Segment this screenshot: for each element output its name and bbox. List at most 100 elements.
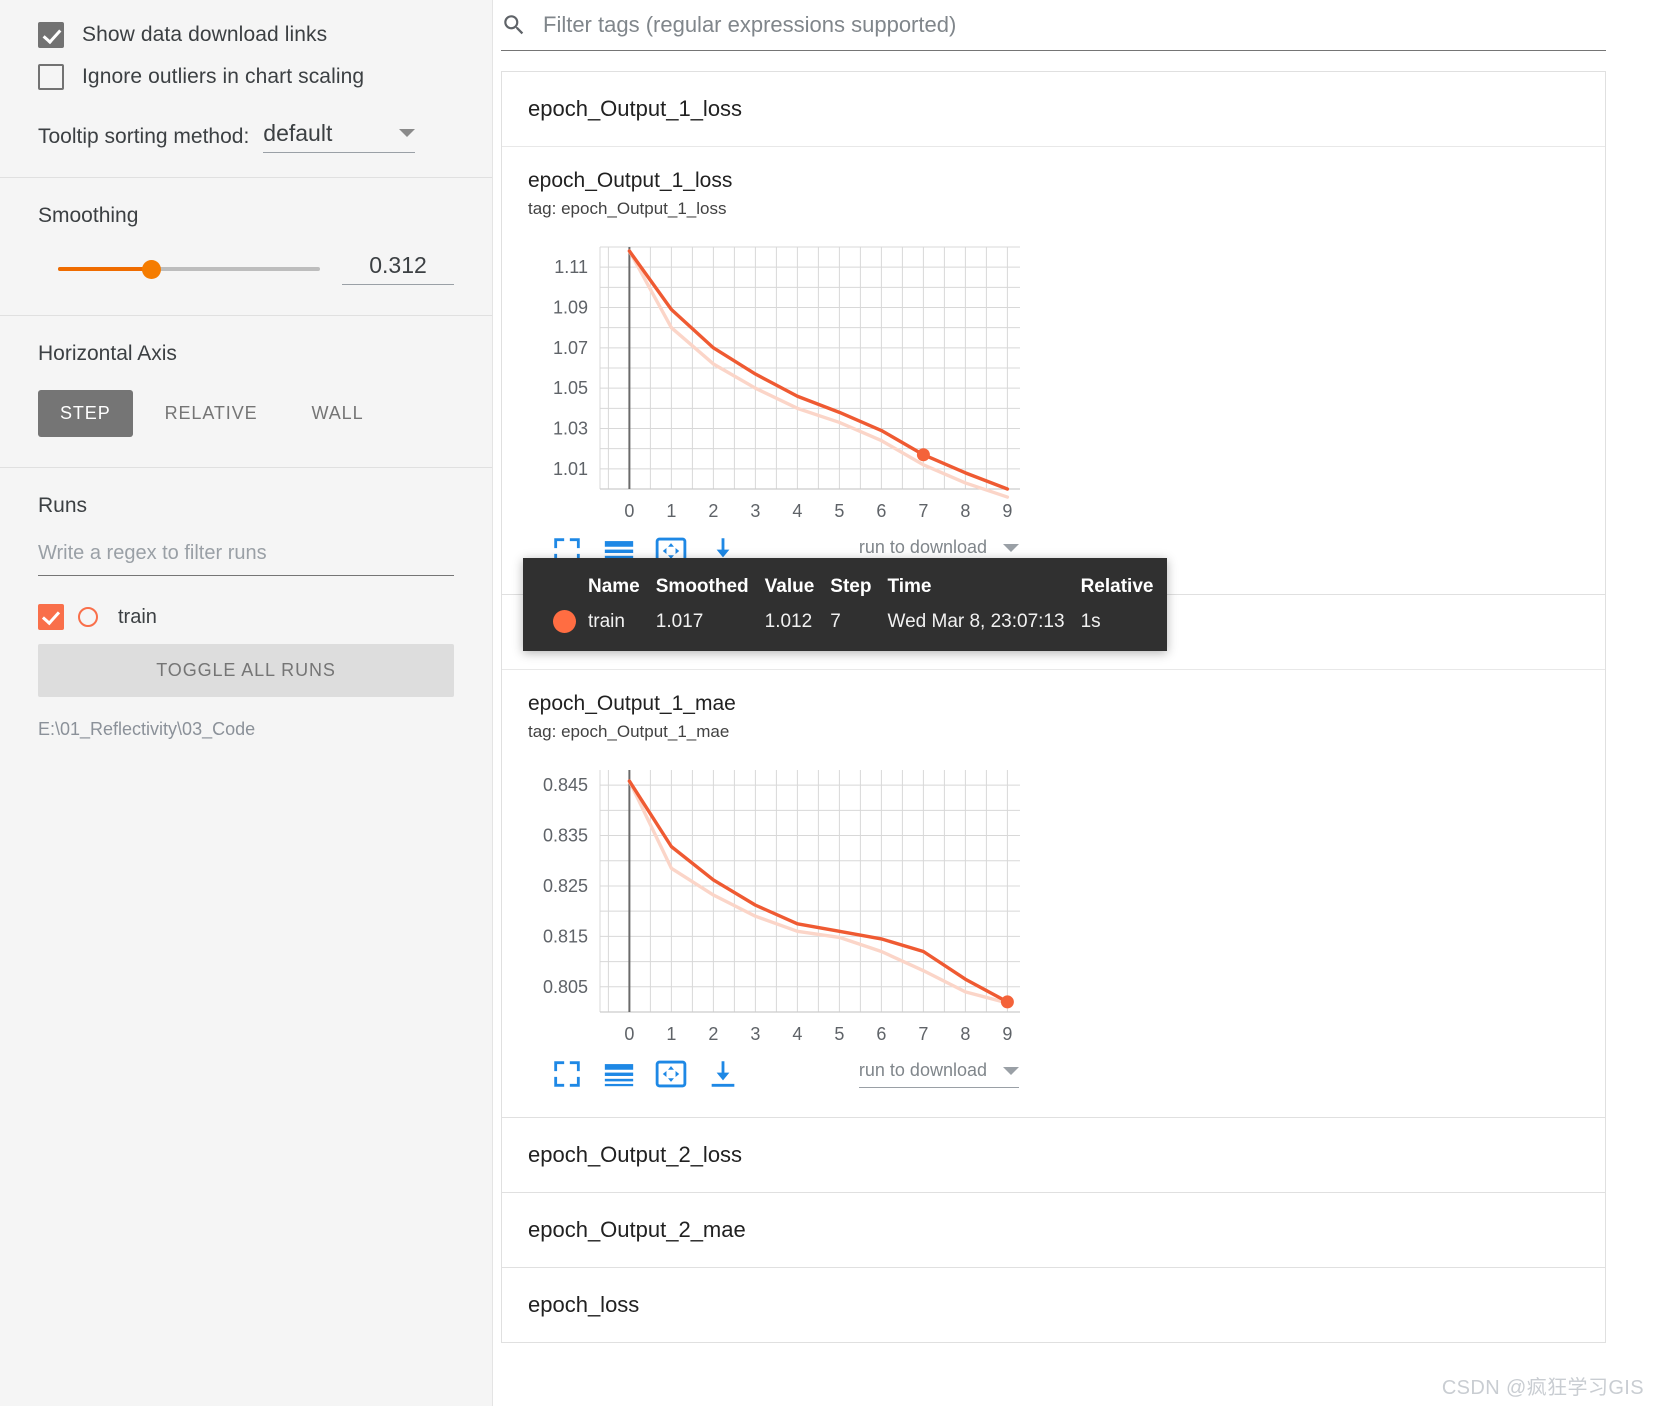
- show-download-links-row[interactable]: Show data download links: [38, 14, 454, 56]
- show-download-links-label: Show data download links: [82, 23, 328, 46]
- ignore-outliers-checkbox[interactable]: [38, 64, 64, 90]
- svg-text:7: 7: [918, 1024, 928, 1044]
- svg-text:2: 2: [708, 1024, 718, 1044]
- svg-text:0: 0: [624, 1024, 634, 1044]
- svg-text:0: 0: [624, 501, 634, 521]
- axis-option-relative[interactable]: RELATIVE: [143, 390, 280, 437]
- slider-thumb[interactable]: [142, 259, 161, 279]
- tag-filter-bar[interactable]: Filter tags (regular expressions support…: [501, 12, 1606, 51]
- show-download-links-checkbox[interactable]: [38, 22, 64, 48]
- svg-text:0.835: 0.835: [543, 826, 588, 846]
- smoothing-row: 0.312: [38, 252, 454, 285]
- tooltip-col-smoothed: Smoothed: [655, 576, 749, 597]
- tooltip-cell-smoothed: 1.017: [655, 610, 704, 632]
- chevron-down-icon: [1003, 1066, 1019, 1075]
- axis-option-wall[interactable]: WALL: [290, 390, 386, 437]
- run-checkbox[interactable]: [38, 604, 64, 630]
- fullscreen-icon[interactable]: [550, 1057, 584, 1091]
- fit-domain-icon[interactable]: [654, 1057, 688, 1091]
- svg-text:2: 2: [708, 501, 718, 521]
- svg-text:0.805: 0.805: [543, 977, 588, 997]
- tooltip-header-row: Name Smoothed Value Step Time Relative: [553, 576, 1169, 610]
- card-header[interactable]: epoch_loss: [502, 1268, 1605, 1342]
- chevron-down-icon: [399, 128, 416, 137]
- svg-text:5: 5: [834, 1024, 844, 1044]
- svg-text:1.05: 1.05: [553, 378, 588, 398]
- svg-text:3: 3: [750, 1024, 760, 1044]
- smoothing-value-input[interactable]: 0.312: [342, 252, 454, 285]
- card-header[interactable]: epoch_Output_2_mae: [502, 1193, 1605, 1267]
- chart-plot-2[interactable]: 0.805 0.815 0.825 0.835 0.845 0 1 2 3 4 5 6 7 8 9: [528, 760, 1579, 1055]
- series-dot-icon: [553, 610, 576, 633]
- svg-text:8: 8: [960, 501, 970, 521]
- tooltip-table: Name Smoothed Value Step Time Relative t…: [553, 576, 1169, 633]
- run-to-download-label: run to download: [858, 1060, 987, 1080]
- horizontal-axis-buttons: STEP RELATIVE WALL: [38, 390, 454, 437]
- card-body: epoch_Output_1_mae tag: epoch_Output_1_m…: [502, 669, 1605, 1117]
- tooltip-cell-time: Wed Mar 8, 23:07:13: [887, 610, 1065, 632]
- ignore-outliers-row[interactable]: Ignore outliers in chart scaling: [38, 56, 454, 98]
- tooltip-col-name: Name: [588, 576, 640, 597]
- sidebar-options: Show data download links Ignore outliers…: [0, 14, 492, 177]
- toggle-all-runs-button[interactable]: TOGGLE ALL RUNS: [38, 644, 454, 697]
- run-color-circle-icon: [78, 607, 98, 627]
- ignore-outliers-label: Ignore outliers in chart scaling: [82, 65, 365, 88]
- tensorboard-scalars-page: Show data download links Ignore outliers…: [0, 0, 1666, 1406]
- download-select-wrap: run to download: [858, 1060, 1019, 1088]
- runs-title: Runs: [38, 494, 88, 517]
- main-panel: Filter tags (regular expressions support…: [493, 0, 1666, 1406]
- svg-text:5: 5: [834, 501, 844, 521]
- svg-text:1.11: 1.11: [554, 257, 588, 277]
- svg-text:1.03: 1.03: [553, 419, 588, 439]
- run-directory-path: E:\01_Reflectivity\03_Code: [38, 719, 256, 739]
- tooltip-col-value: Value: [764, 576, 815, 597]
- tooltip-cell-name: train: [588, 610, 625, 632]
- tooltip-col-relative: Relative: [1080, 576, 1154, 597]
- chart-toolbar: run to download: [550, 1057, 1579, 1091]
- card-header[interactable]: epoch_Output_1_loss: [502, 72, 1605, 146]
- run-label: train: [118, 605, 157, 628]
- card-epoch-output-1-loss: epoch_Output_1_loss epoch_Output_1_loss …: [501, 71, 1606, 594]
- main-inner: Filter tags (regular expressions support…: [493, 12, 1666, 1406]
- sidebar: Show data download links Ignore outliers…: [0, 0, 493, 1406]
- svg-text:1.09: 1.09: [553, 298, 588, 318]
- run-to-download-label: run to download: [858, 537, 987, 557]
- chart-tooltip: Name Smoothed Value Step Time Relative t…: [523, 558, 1167, 651]
- tooltip-cell-value: 1.012: [764, 610, 813, 632]
- runs-filter-input[interactable]: Write a regex to filter runs: [38, 542, 454, 576]
- svg-text:1: 1: [666, 1024, 676, 1044]
- svg-text:6: 6: [876, 501, 886, 521]
- slider-fill: [58, 266, 150, 271]
- svg-text:0.825: 0.825: [543, 876, 588, 896]
- horizontal-axis-section: Horizontal Axis STEP RELATIVE WALL: [0, 316, 492, 467]
- line-chart-svg[interactable]: 1.01 1.03 1.05 1.07 1.09 1.11 0 1 2 3 4 5 6 7 8 9: [528, 237, 1028, 527]
- tooltip-sorting-label: Tooltip sorting method:: [38, 125, 250, 148]
- scalar-cards-list: epoch_Output_1_loss epoch_Output_1_loss …: [501, 71, 1606, 1343]
- card-body: epoch_Output_1_loss tag: epoch_Output_1_…: [502, 146, 1605, 594]
- chart-plot-1[interactable]: 1.01 1.03 1.05 1.07 1.09 1.11 0 1 2 3 4 5 6 7 8 9: [528, 237, 1579, 532]
- svg-text:9: 9: [1002, 1024, 1012, 1044]
- tooltip-col-time: Time: [887, 576, 932, 597]
- line-chart-svg[interactable]: 0.805 0.815 0.825 0.835 0.845 0 1 2 3 4 5 6 7 8 9: [528, 760, 1028, 1050]
- chart-tag: tag: epoch_Output_1_loss: [528, 199, 727, 218]
- card-epoch-output-1-mae: epoch_Output_1_mae epoch_Output_1_mae ta…: [501, 594, 1606, 1117]
- run-to-download-select[interactable]: run to download: [858, 1060, 1019, 1088]
- card-header[interactable]: epoch_Output_2_loss: [502, 1118, 1605, 1192]
- tooltip-sorting-value: default: [263, 120, 333, 146]
- search-icon: [504, 15, 524, 35]
- tooltip-sorting-select[interactable]: default: [263, 120, 416, 153]
- watermark: CSDN @疯狂学习GIS: [1441, 1377, 1644, 1399]
- tag-filter-placeholder: Filter tags (regular expressions support…: [543, 12, 957, 37]
- download-icon[interactable]: [706, 1057, 740, 1091]
- axis-option-step[interactable]: STEP: [38, 390, 133, 437]
- data-lines-icon[interactable]: [602, 1057, 636, 1091]
- svg-text:3: 3: [750, 501, 760, 521]
- svg-text:1.01: 1.01: [553, 459, 588, 479]
- tooltip-cell-relative: 1s: [1080, 610, 1101, 632]
- run-item-train[interactable]: train: [38, 594, 454, 640]
- smoothing-slider[interactable]: [38, 258, 320, 280]
- chart-title: epoch_Output_1_mae: [528, 692, 736, 715]
- horizontal-axis-title: Horizontal Axis: [38, 342, 177, 365]
- card-epoch-output-2-mae: epoch_Output_2_mae: [501, 1192, 1606, 1267]
- svg-text:0.845: 0.845: [543, 775, 588, 795]
